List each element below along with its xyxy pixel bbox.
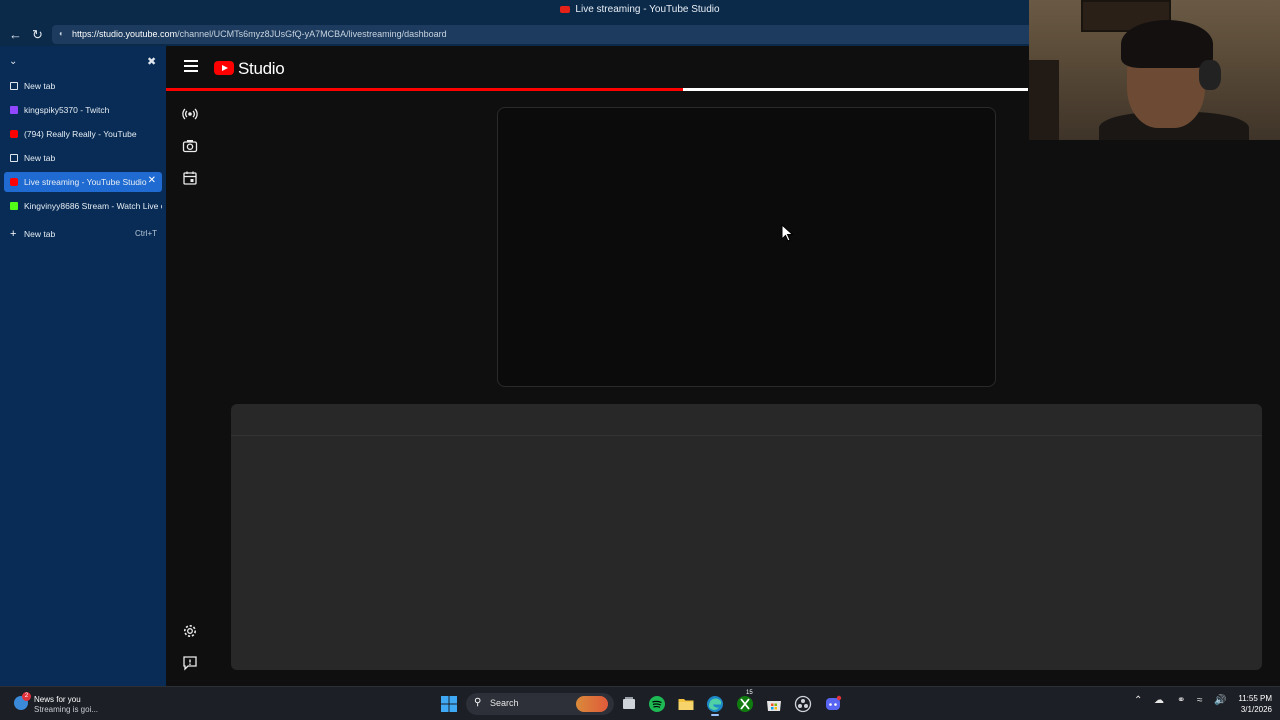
new-tab-button[interactable]: + New tab Ctrl+T [4,224,162,244]
microphone-icon[interactable]: ⚭ [1177,695,1185,706]
edge-browser-icon[interactable] [706,695,724,716]
xbox-badge: 15 [746,690,753,696]
twitch-icon [10,106,18,114]
tab-label: New tab [24,153,56,163]
new-tab-shortcut: Ctrl+T [135,229,157,238]
loading-progress-bar [166,88,1028,91]
tab-item[interactable]: Live streaming - YouTube Studio ✕ [4,172,162,192]
collapse-pane-icon[interactable]: ✖ [147,55,156,68]
search-icon: ⚲ [474,697,482,708]
search-highlight-icon [576,696,608,712]
tab-item[interactable]: kingspiky5370 - Twitch [4,100,162,120]
news-title: News for you [34,695,81,704]
task-view-icon[interactable] [620,695,638,713]
studio-logo-text: Studio [238,59,285,78]
search-label: Search [490,698,519,708]
file-explorer-icon[interactable] [677,695,695,713]
mouse-cursor-icon [781,224,794,242]
webcam-person-hair [1121,20,1213,68]
stream-preview-panel [497,107,996,387]
microsoft-store-icon[interactable] [765,695,783,713]
url-path: /channel/UCMTs6myz8JUsGfQ-yA7MCBA/livest… [177,29,447,39]
tab-label: Live streaming - YouTube Studio [24,177,147,187]
stream-settings-header [231,404,1262,436]
newtab-icon [10,82,18,90]
webcam-overlay [1029,0,1280,140]
new-tab-label: New tab [24,229,56,239]
address-bar[interactable]: ◐ https://studio.youtube.com/channel/UCM… [52,25,1032,44]
news-widget[interactable]: 2 News for you Streaming is goi... [14,692,134,716]
loading-progress-fill [166,88,684,91]
tab-label: (794) Really Really - YouTube [24,129,137,139]
send-feedback-icon[interactable] [182,655,198,671]
webcam-background [1029,60,1059,140]
calendar-icon[interactable] [182,170,198,186]
youtube-studio: Studio [166,46,1280,686]
windows-start-icon[interactable] [440,695,458,713]
taskbar: 2 News for you Streaming is goi... ⚲ Sea… [0,686,1280,720]
chevron-up-icon[interactable]: ⌃ [1134,695,1142,706]
news-subtitle: Streaming is goi... [34,705,99,714]
taskbar-search[interactable]: ⚲ Search [466,693,614,715]
spotify-icon[interactable] [648,695,666,713]
close-tab-icon[interactable]: ✕ [148,175,156,186]
settings-gear-icon[interactable] [182,623,198,639]
discord-icon[interactable] [824,695,842,713]
tab-label: kingspiky5370 - Twitch [24,105,110,115]
youtube-icon [560,5,571,13]
news-badge: 2 [22,692,31,701]
back-icon[interactable]: ← [9,27,22,42]
obs-icon[interactable] [794,695,812,713]
kick-icon [10,202,18,210]
tab-item[interactable]: New tab [4,76,162,96]
tab-label: New tab [24,81,56,91]
youtube-icon [10,130,18,138]
chevron-down-icon[interactable]: ⌄ [9,56,17,67]
site-info-icon[interactable]: ◐ [59,29,64,38]
tab-item[interactable]: (794) Really Really - YouTube [4,124,162,144]
plus-icon: + [10,228,17,240]
tab-item[interactable]: Kingvinyy8686 Stream - Watch Live o [4,196,162,216]
youtube-icon [10,178,18,186]
vertical-tabs-sidebar: ⌄ ✖ New tab kingspiky5370 - Twitch (794) R… [0,46,166,686]
tab-item[interactable]: New tab [4,148,162,168]
clock-time: 11:55 PM [1238,694,1272,703]
url-host: https://studio.youtube.com [72,29,178,39]
webcam-headset [1199,60,1221,90]
clock-date: 3/1/2026 [1240,705,1272,714]
newtab-icon [10,154,18,162]
wifi-icon[interactable]: ≈ [1197,695,1203,706]
stream-live-icon[interactable] [182,106,198,122]
onedrive-cloud-icon[interactable]: ☁ [1154,695,1164,706]
xbox-icon[interactable]: 15 [736,690,754,713]
stream-settings-panel [231,404,1262,670]
camera-icon[interactable] [182,138,198,154]
youtube-play-icon [214,61,234,75]
tab-label: Kingvinyy8686 Stream - Watch Live o [24,201,162,211]
refresh-icon[interactable]: ↻ [32,27,43,43]
taskbar-clock[interactable]: 11:55 PM 3/1/2026 [1212,693,1272,715]
hamburger-menu-icon[interactable] [184,60,198,72]
